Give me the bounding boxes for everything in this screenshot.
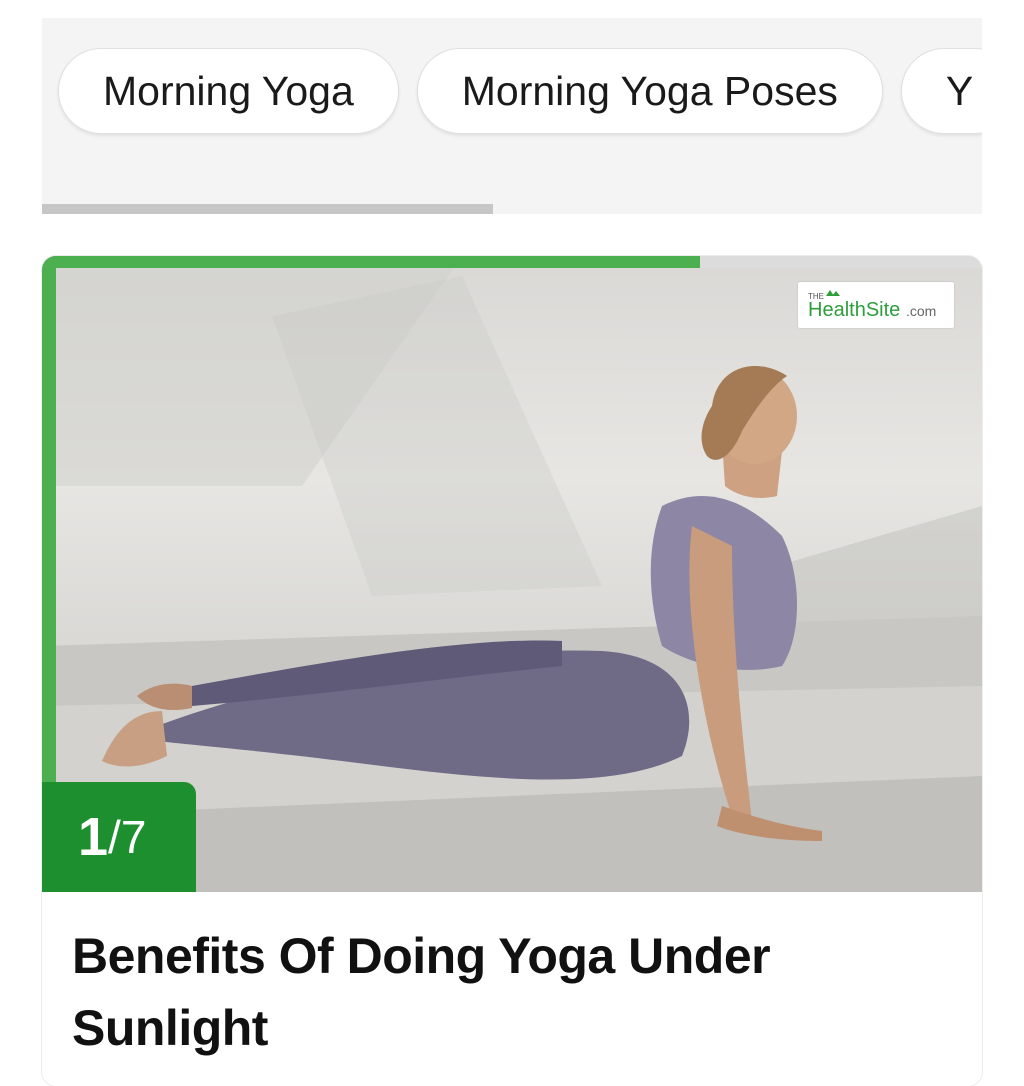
healthsite-logo-icon: THE HealthSite .com <box>798 282 954 328</box>
story-card[interactable]: THE HealthSite .com 1 / 7 Benefits Of Do… <box>42 256 982 1086</box>
story-title[interactable]: Benefits Of Doing Yoga Under Sunlight <box>72 920 932 1064</box>
chips-scrollbar-thumb[interactable] <box>42 204 494 214</box>
chip-morning-yoga-poses[interactable]: Morning Yoga Poses <box>416 48 883 134</box>
story-progress-fill <box>42 256 700 268</box>
slide-counter-total: 7 <box>120 811 147 863</box>
chips-scrollbar[interactable] <box>42 204 982 214</box>
story-progress-bar <box>42 256 982 268</box>
slide-counter: 1 / 7 <box>42 782 196 892</box>
slide-counter-separator: / <box>108 811 121 863</box>
related-searches-strip: Morning Yoga Morning Yoga Poses Y <box>42 18 982 214</box>
chips-row: Morning Yoga Morning Yoga Poses Y <box>58 48 982 136</box>
watermark-main: HealthSite <box>808 299 900 321</box>
chip-partial[interactable]: Y <box>900 48 982 134</box>
watermark-suffix: .com <box>906 303 936 319</box>
slide-counter-current: 1 <box>78 807 109 867</box>
chip-morning-yoga[interactable]: Morning Yoga <box>58 48 399 134</box>
